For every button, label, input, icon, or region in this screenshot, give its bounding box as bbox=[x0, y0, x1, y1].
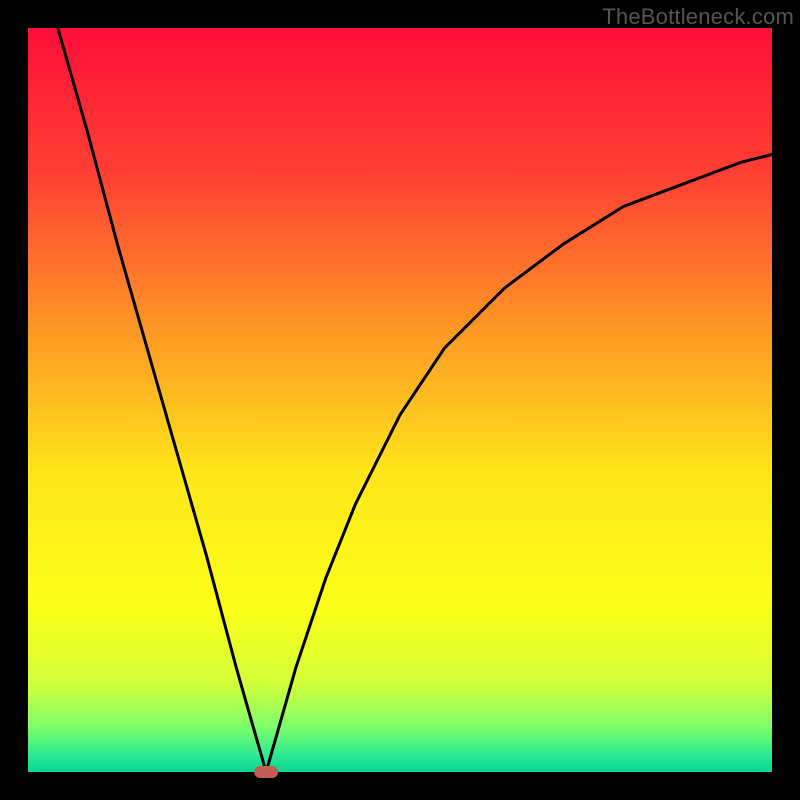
optimum-marker bbox=[254, 766, 278, 778]
chart-container: TheBottleneck.com bbox=[0, 0, 800, 800]
chart-plot-area bbox=[28, 28, 772, 772]
watermark-label: TheBottleneck.com bbox=[602, 4, 794, 30]
bottleneck-chart bbox=[0, 0, 800, 800]
